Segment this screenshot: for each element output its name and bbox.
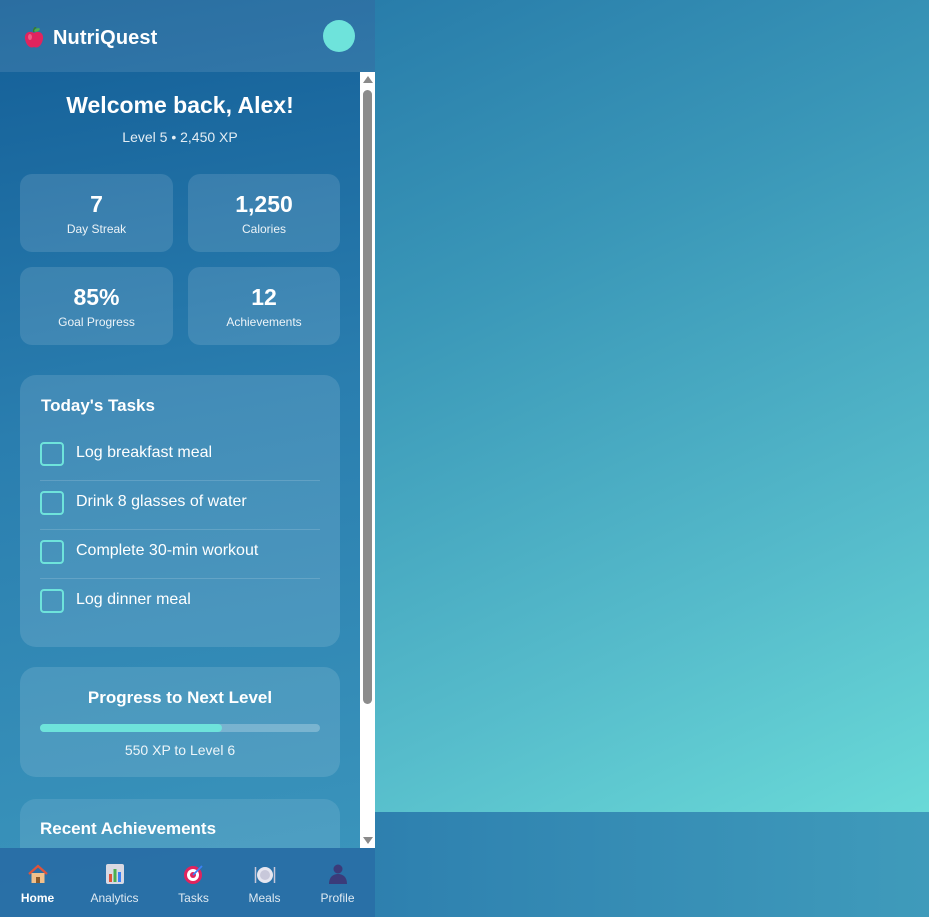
app-header: NutriQuest	[0, 0, 375, 72]
nav-item-home[interactable]: Home	[0, 848, 75, 917]
stat-card-streak[interactable]: 7 Day Streak	[20, 174, 173, 252]
nav-item-meals[interactable]: Meals	[227, 848, 302, 917]
bar-chart-icon	[77, 863, 152, 885]
achievements-panel: Recent Achievements	[20, 799, 340, 848]
level-progress-fill	[40, 724, 222, 732]
progress-title: Progress to Next Level	[87, 688, 273, 707]
level-progress-panel: Progress to Next Level 550 XP to Level 6	[20, 667, 340, 777]
xp-to-next-level: 550 XP to Level 6	[124, 742, 236, 758]
scroll-down-arrow-icon[interactable]	[363, 837, 373, 844]
stat-value: 7	[90, 191, 103, 217]
task-checkbox[interactable]	[40, 442, 64, 466]
house-icon	[0, 863, 75, 885]
target-icon	[156, 863, 231, 885]
task-label: Drink 8 glasses of water	[76, 493, 247, 510]
stat-label: Goal Progress	[58, 315, 135, 329]
nav-label: Tasks	[178, 891, 209, 905]
bottom-nav: Home Analytics Tasks Meals Profile	[0, 848, 375, 917]
stat-card-goal-progress[interactable]: 85% Goal Progress	[20, 267, 173, 345]
app-title: NutriQuest	[53, 27, 158, 49]
task-checkbox[interactable]	[40, 491, 64, 515]
stat-card-calories[interactable]: 1,250 Calories	[188, 174, 340, 252]
achievements-title: Recent Achievements	[40, 819, 217, 838]
nav-label: Home	[20, 891, 55, 905]
task-item[interactable]: Complete 30-min workout	[40, 529, 320, 579]
nav-label: Meals	[248, 891, 281, 905]
task-checkbox[interactable]	[40, 540, 64, 564]
task-item[interactable]: Log breakfast meal	[40, 431, 320, 481]
nav-item-analytics[interactable]: Analytics	[77, 848, 152, 917]
nav-item-profile[interactable]: Profile	[300, 848, 375, 917]
nav-label: Profile	[320, 891, 355, 905]
welcome-heading: Welcome back, Alex!	[66, 92, 294, 118]
level-xp-text: Level 5 • 2,450 XP	[122, 129, 238, 145]
plate-icon	[227, 863, 302, 885]
avatar[interactable]	[323, 20, 355, 52]
stat-label: Achievements	[226, 315, 302, 329]
stat-value: 85%	[73, 284, 120, 310]
nav-item-tasks[interactable]: Tasks	[156, 848, 231, 917]
main-content: Welcome back, Alex! Level 5 • 2,450 XP 7…	[0, 72, 360, 848]
stat-card-achievements[interactable]: 12 Achievements	[188, 267, 340, 345]
scroll-up-arrow-icon[interactable]	[363, 76, 373, 83]
stat-value: 1,250	[235, 191, 293, 217]
task-label: Log dinner meal	[76, 591, 191, 608]
tasks-title: Today's Tasks	[41, 396, 155, 415]
tasks-panel: Today's Tasks Log breakfast meal Drink 8…	[20, 375, 340, 647]
apple-icon	[24, 27, 44, 48]
nav-label: Analytics	[90, 891, 139, 905]
stat-label: Calories	[241, 222, 286, 236]
task-checkbox[interactable]	[40, 589, 64, 613]
task-item[interactable]: Log dinner meal	[40, 578, 320, 627]
stat-value: 12	[251, 284, 277, 310]
level-progress-bar	[40, 724, 320, 732]
scroll-thumb[interactable]	[363, 90, 372, 704]
app-window: NutriQuest Welcome back, Alex! Level 5 •…	[0, 0, 375, 917]
task-item[interactable]: Drink 8 glasses of water	[40, 480, 320, 530]
task-label: Log breakfast meal	[76, 444, 213, 461]
stat-label: Day Streak	[66, 222, 127, 236]
scrollbar[interactable]	[360, 72, 375, 848]
task-label: Complete 30-min workout	[76, 542, 259, 559]
person-icon	[300, 863, 375, 885]
